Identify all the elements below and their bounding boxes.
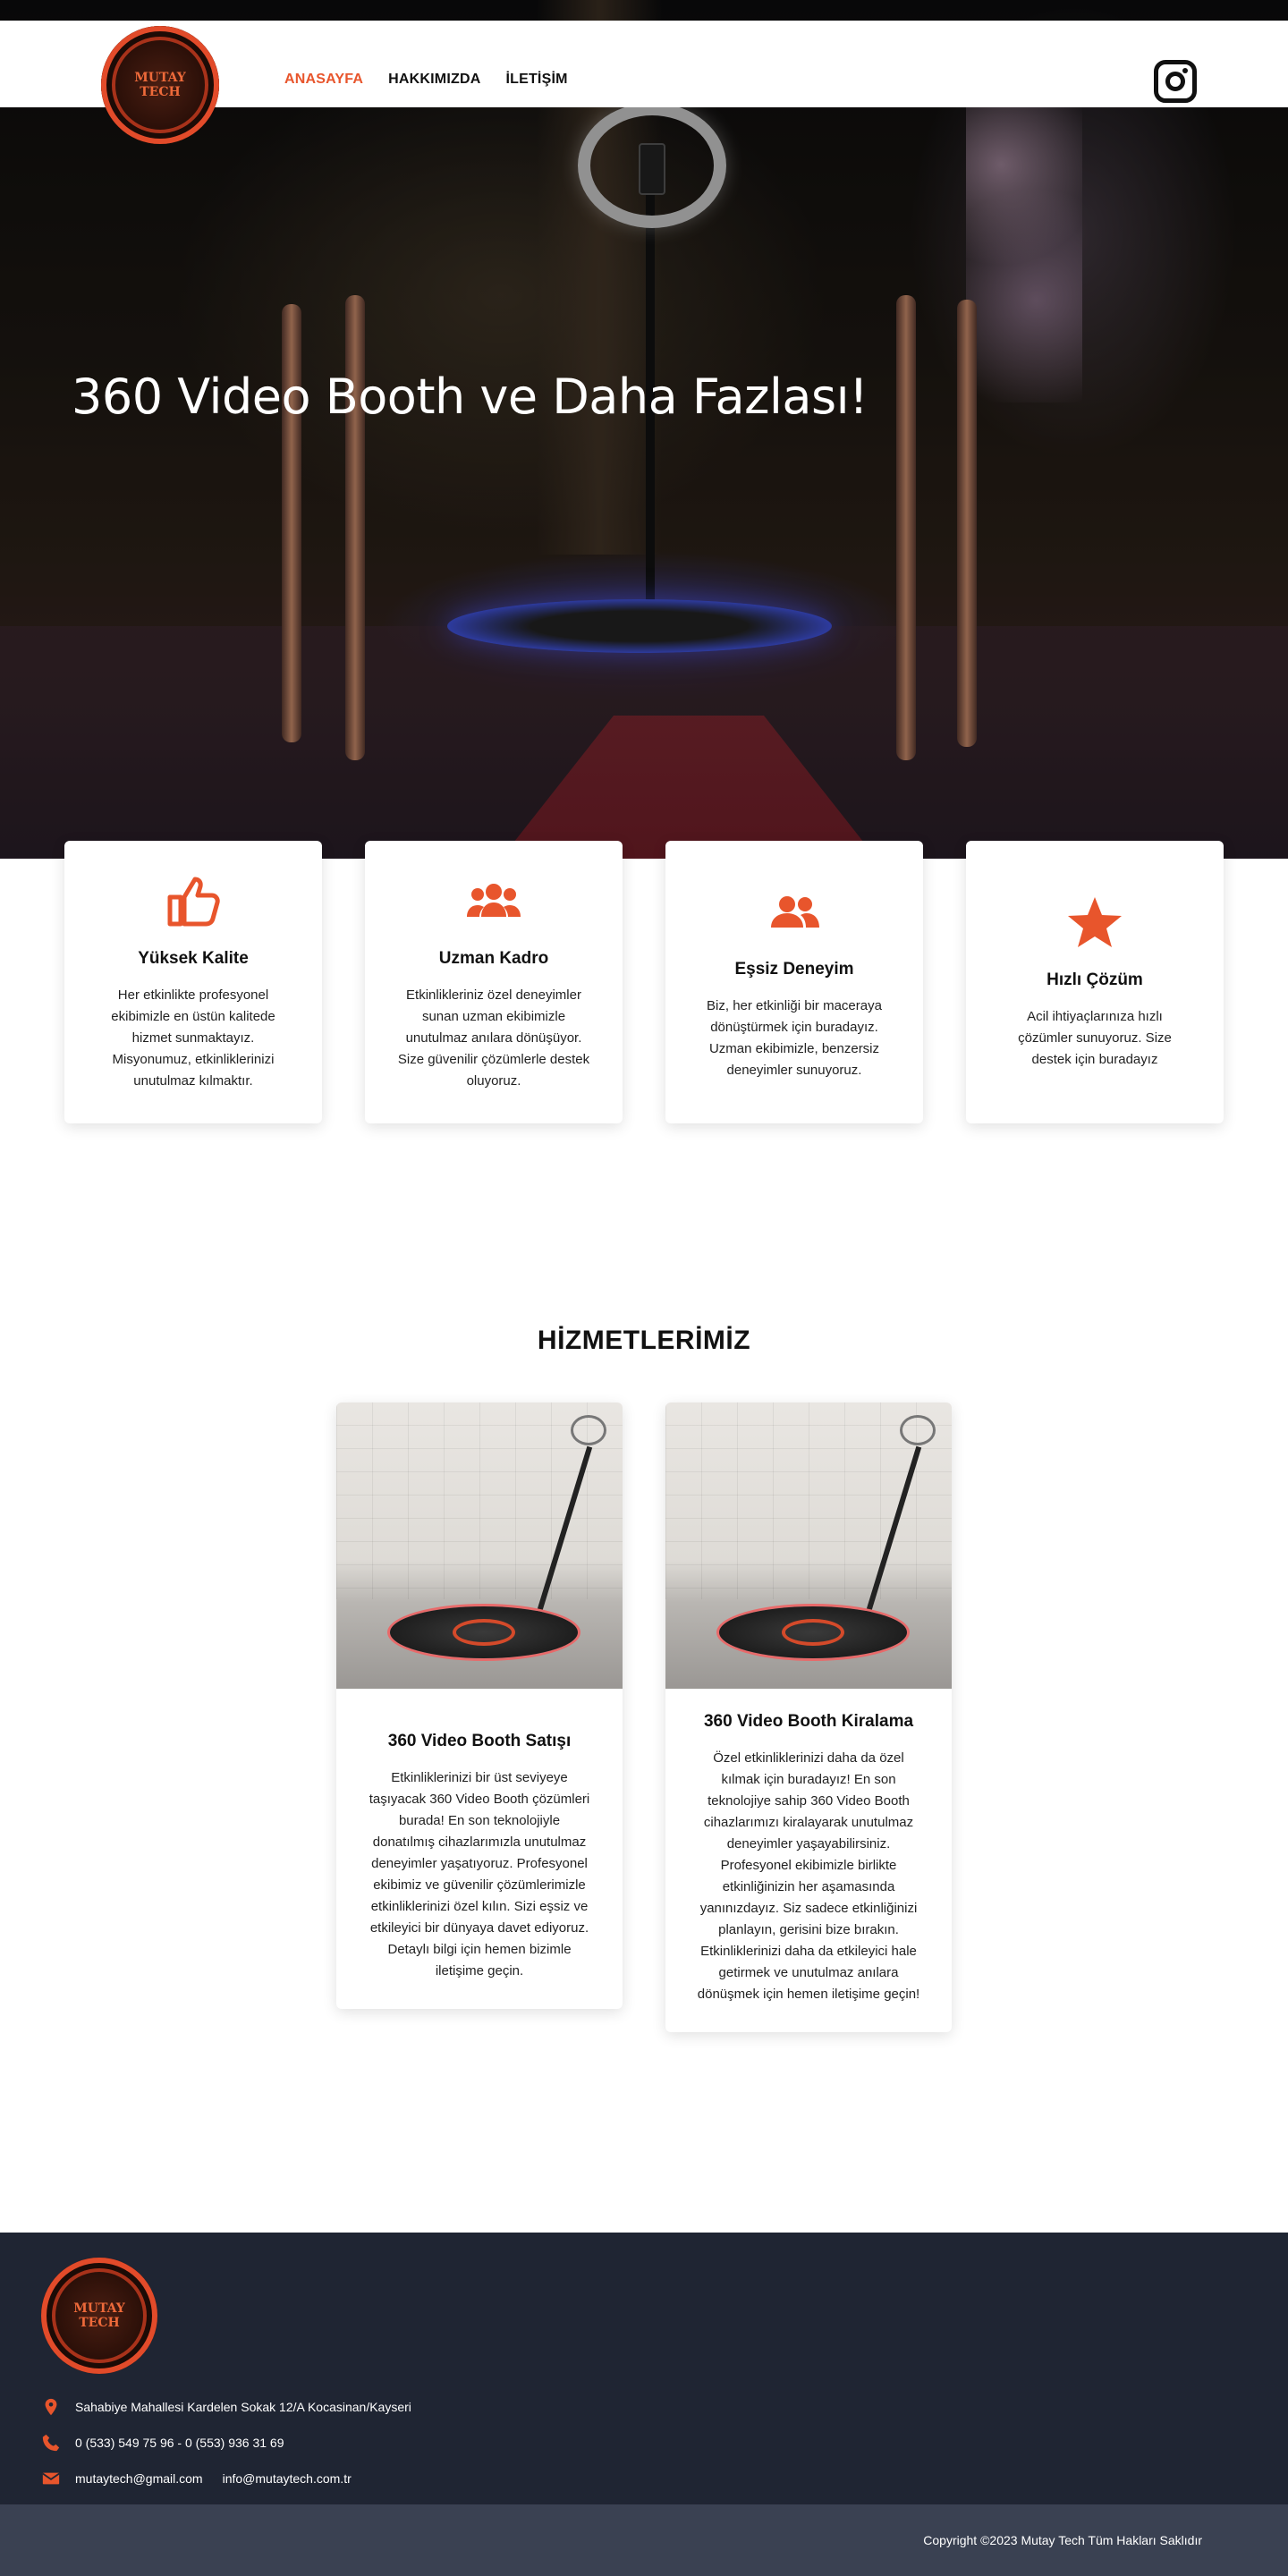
features-section: Yüksek Kalite Her etkinlikte profesyonel…	[64, 841, 1224, 1123]
feature-title: Yüksek Kalite	[138, 949, 249, 968]
hero-title: 360 Video Booth ve Daha Fazlası!	[72, 369, 869, 425]
service-title: 360 Video Booth Satışı	[387, 1732, 572, 1750]
service-card: 360 Video Booth Satışı Etkinliklerinizi …	[336, 1402, 623, 2009]
feature-title: Uzman Kadro	[438, 949, 549, 968]
service-image	[665, 1402, 952, 1689]
copyright-bar: Copyright ©2023 Mutay Tech Tüm Hakları S…	[0, 2504, 1288, 2576]
service-title: 360 Video Booth Kiralama	[703, 1712, 914, 1731]
feature-text: Her etkinlikte profesyonel ekibimizle en…	[111, 987, 275, 1089]
footer-phone-row: 0 (533) 549 75 96 - 0 (553) 936 31 69	[41, 2433, 284, 2453]
service-text: Özel etkinliklerinizi daha da özel kılma…	[697, 1750, 920, 2002]
location-pin-icon	[45, 2398, 57, 2416]
feature-text: Etkinlikleriniz özel deneyimler sunan uz…	[397, 987, 590, 1089]
nav-item-iletisim[interactable]: İLETİŞİM	[505, 72, 567, 88]
feature-card: Eşsiz Deneyim Biz, her etkinliği bir mac…	[665, 841, 923, 1123]
users-icon	[771, 896, 819, 928]
footer-logo: MUTAY TECH	[41, 2258, 157, 2374]
footer-email-1[interactable]: mutaytech@gmail.com	[75, 2471, 203, 2486]
feature-card: Uzman Kadro Etkinlikleriniz özel deneyim…	[365, 841, 623, 1123]
team-icon	[467, 884, 521, 917]
site-header: MUTAY TECH ANASAYFA HAKKIMIZDA İLETİŞİM	[0, 21, 1288, 144]
footer-phone[interactable]: 0 (533) 549 75 96 - 0 (553) 936 31 69	[75, 2436, 284, 2450]
instagram-icon[interactable]	[1154, 60, 1197, 103]
footer-email-row: mutaytech@gmail.com info@mutaytech.com.t…	[41, 2469, 352, 2488]
nav-item-hakkimizda[interactable]: HAKKIMIZDA	[388, 72, 480, 88]
feature-title: Hızlı Çözüm	[1046, 970, 1143, 989]
feature-card: Hızlı Çözüm Acil ihtiyaçlarınıza hızlı ç…	[966, 841, 1224, 1123]
footer-address-row: Sahabiye Mahallesi Kardelen Sokak 12/A K…	[41, 2397, 411, 2417]
feature-text: Biz, her etkinliği bir maceraya dönüştür…	[707, 998, 882, 1078]
thumbs-up-icon	[167, 877, 220, 927]
service-card: 360 Video Booth Kiralama Özel etkinlikle…	[665, 1402, 952, 2032]
nav-item-anasayfa[interactable]: ANASAYFA	[284, 72, 363, 88]
feature-text: Acil ihtiyaçlarınıza hızlı çözümler sunu…	[1018, 1009, 1172, 1067]
mail-icon	[42, 2472, 60, 2485]
service-image	[336, 1402, 623, 1689]
phone-icon	[42, 2434, 60, 2452]
feature-card: Yüksek Kalite Her etkinlikte profesyonel…	[64, 841, 322, 1123]
logo-text: MUTAY TECH	[73, 2301, 125, 2330]
header-logo[interactable]: MUTAY TECH	[101, 26, 219, 144]
footer-address: Sahabiye Mahallesi Kardelen Sokak 12/A K…	[75, 2400, 411, 2414]
star-icon	[1068, 897, 1122, 947]
feature-title: Eşsiz Deneyim	[734, 960, 854, 979]
copyright-text: Copyright ©2023 Mutay Tech Tüm Hakları S…	[923, 2533, 1202, 2547]
logo-text: MUTAY TECH	[134, 70, 186, 99]
services-title: HİZMETLERİMİZ	[537, 1326, 751, 1355]
main-nav: ANASAYFA HAKKIMIZDA İLETİŞİM	[284, 72, 568, 88]
site-footer: MUTAY TECH Sahabiye Mahallesi Kardelen S…	[0, 2233, 1288, 2504]
service-text: Etkinliklerinizi bir üst seviyeye taşıya…	[369, 1770, 590, 1979]
footer-email-2[interactable]: info@mutaytech.com.tr	[223, 2471, 352, 2486]
